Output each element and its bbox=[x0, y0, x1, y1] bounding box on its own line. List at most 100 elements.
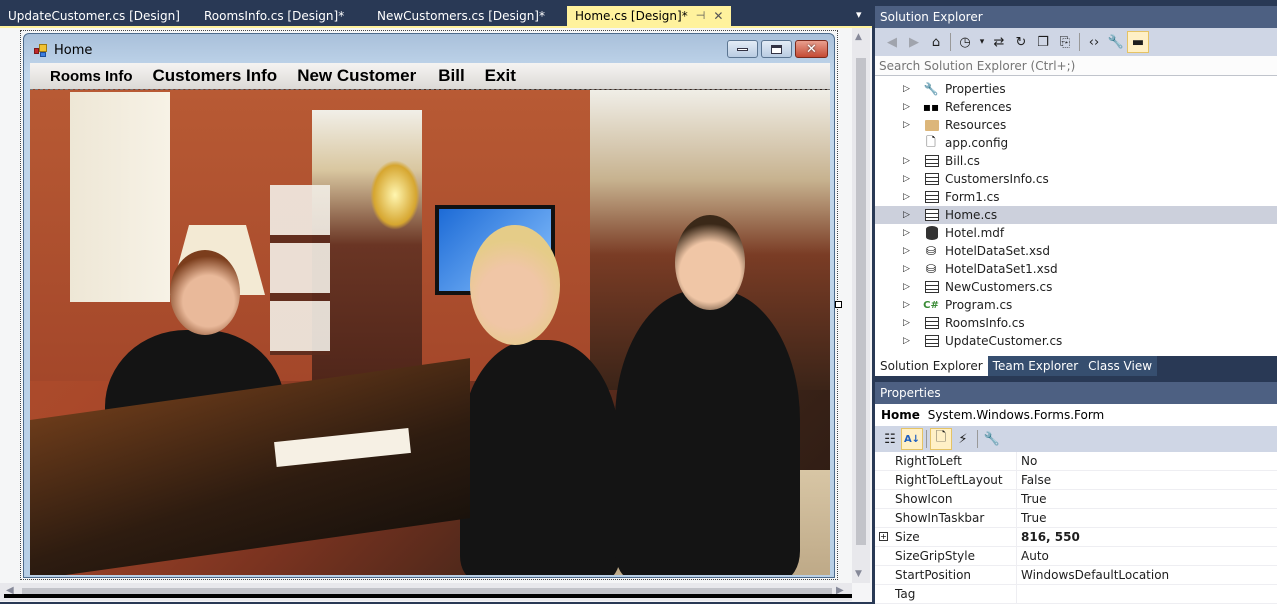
resize-handle[interactable] bbox=[835, 301, 842, 308]
back-icon[interactable]: ◀ bbox=[881, 31, 903, 53]
close-icon: ✕ bbox=[806, 41, 817, 57]
expand-icon[interactable]: ▷ bbox=[903, 84, 910, 94]
view-code-icon[interactable]: ‹› bbox=[1083, 31, 1105, 53]
minimize-button[interactable] bbox=[727, 40, 758, 58]
toolbar-separator bbox=[950, 33, 951, 51]
scroll-up-icon[interactable]: ▲ bbox=[855, 32, 862, 42]
tree-item-roomsinfo-cs[interactable]: ▷ RoomsInfo.cs bbox=[875, 314, 1277, 332]
tree-item-hoteldataset-xsd[interactable]: ▷ ⛁ HotelDataSet.xsd bbox=[875, 242, 1277, 260]
tab-newcustomers-design[interactable]: NewCustomers.cs [Design]* bbox=[357, 6, 567, 26]
scroll-down-icon[interactable]: ▼ bbox=[855, 569, 862, 579]
toolbar-separator bbox=[977, 430, 978, 448]
expand-icon[interactable]: ▷ bbox=[903, 228, 910, 238]
property-row[interactable]: StartPosition WindowsDefaultLocation bbox=[875, 566, 1277, 585]
toolbar-separator bbox=[926, 430, 927, 448]
designer-vertical-scrollbar[interactable]: ▲ ▼ bbox=[852, 28, 870, 583]
expand-icon[interactable]: ▷ bbox=[903, 156, 910, 166]
tree-item-app-config[interactable]: 🗋 app.config bbox=[875, 134, 1277, 152]
tab-dropdown-icon[interactable]: ▾ bbox=[856, 8, 862, 21]
tree-item-program-cs[interactable]: ▷ C# Program.cs bbox=[875, 296, 1277, 314]
expand-icon[interactable]: ▷ bbox=[903, 282, 910, 292]
forward-icon[interactable]: ▶ bbox=[903, 31, 925, 53]
refresh-icon[interactable]: ↻ bbox=[1010, 31, 1032, 53]
menu-bill[interactable]: Bill bbox=[426, 66, 474, 86]
close-button[interactable]: ✕ bbox=[795, 40, 828, 58]
preview-icon[interactable]: ▬ bbox=[1127, 31, 1149, 53]
home-icon[interactable]: ⌂ bbox=[925, 31, 947, 53]
pin-icon[interactable]: ⊣ bbox=[696, 6, 706, 26]
form-file-icon bbox=[925, 317, 939, 329]
show-all-files-icon[interactable]: ⎘ bbox=[1054, 31, 1076, 53]
events-icon[interactable]: ⚡ bbox=[952, 428, 974, 450]
tree-item-newcustomers-cs[interactable]: ▷ NewCustomers.cs bbox=[875, 278, 1277, 296]
expand-icon[interactable]: ▷ bbox=[903, 102, 910, 112]
tree-item-references[interactable]: ▷ ▪▪ References bbox=[875, 98, 1277, 116]
tool-window-tabs: Solution Explorer Team Explorer Class Vi… bbox=[875, 356, 1277, 376]
menu-customers-info[interactable]: Customers Info bbox=[143, 66, 288, 86]
property-row-size[interactable]: + Size 816, 550 bbox=[875, 528, 1277, 547]
search-input[interactable] bbox=[879, 58, 1277, 73]
expand-icon[interactable]: ▷ bbox=[903, 192, 910, 202]
tab-updatecustomer-design[interactable]: UpdateCustomer.cs [Design] bbox=[0, 6, 182, 26]
tree-item-home-cs[interactable]: ▷ Home.cs bbox=[875, 206, 1277, 224]
solution-explorer-search[interactable] bbox=[875, 56, 1277, 76]
categorized-icon[interactable]: ☷ bbox=[879, 428, 901, 450]
dropdown-icon[interactable]: ▾ bbox=[976, 31, 988, 53]
property-pages-icon[interactable]: 🔧 bbox=[981, 428, 1003, 450]
caption-buttons: ✕ bbox=[727, 40, 828, 58]
expand-icon[interactable]: ▷ bbox=[903, 336, 910, 346]
collapse-all-icon[interactable]: ❐ bbox=[1032, 31, 1054, 53]
tab-team-explorer[interactable]: Team Explorer bbox=[987, 356, 1084, 376]
tab-home-design[interactable]: Home.cs [Design]* ⊣ ✕ bbox=[567, 6, 732, 26]
expand-icon[interactable]: ▷ bbox=[903, 318, 910, 328]
tree-item-customersinfo-cs[interactable]: ▷ CustomersInfo.cs bbox=[875, 170, 1277, 188]
expand-icon[interactable]: ▷ bbox=[903, 174, 910, 184]
tree-item-properties[interactable]: ▷ 🔧 Properties bbox=[875, 80, 1277, 98]
toolbar-separator bbox=[1079, 33, 1080, 51]
tab-class-view[interactable]: Class View bbox=[1083, 356, 1158, 376]
expand-icon[interactable]: ▷ bbox=[903, 264, 910, 274]
form-file-icon bbox=[925, 155, 939, 167]
tree-item-bill-cs[interactable]: ▷ Bill.cs bbox=[875, 152, 1277, 170]
property-row[interactable]: RightToLeftLayout False bbox=[875, 471, 1277, 490]
solution-tree: ▷ 🔧 Properties ▷ ▪▪ References ▷ Resourc… bbox=[875, 76, 1277, 356]
property-row[interactable]: ShowIcon True bbox=[875, 490, 1277, 509]
tab-roomsinfo-design[interactable]: RoomsInfo.cs [Design]* bbox=[182, 6, 357, 26]
menu-rooms-info[interactable]: Rooms Info bbox=[40, 68, 143, 85]
maximize-button[interactable] bbox=[761, 40, 792, 58]
csharp-file-icon: C# bbox=[923, 299, 939, 311]
tree-item-updatecustomer-cs[interactable]: ▷ UpdateCustomer.cs bbox=[875, 332, 1277, 350]
document-tab-strip: UpdateCustomer.cs [Design] RoomsInfo.cs … bbox=[0, 6, 872, 26]
properties-wrench-icon[interactable]: 🔧 bbox=[1105, 31, 1127, 53]
expand-icon[interactable]: ▷ bbox=[903, 300, 910, 310]
expand-plus-icon[interactable]: + bbox=[879, 532, 888, 541]
home-form-window[interactable]: Home ✕ Rooms Info Customers Info New Cus… bbox=[23, 33, 835, 578]
object-type: System.Windows.Forms.Form bbox=[927, 408, 1105, 422]
references-icon: ▪▪ bbox=[922, 100, 940, 114]
property-row[interactable]: RightToLeft No bbox=[875, 452, 1277, 471]
form-designer: Home ✕ Rooms Info Customers Info New Cus… bbox=[0, 26, 872, 602]
properties-object-selector[interactable]: Home System.Windows.Forms.Form bbox=[875, 404, 1277, 426]
solution-explorer-title: Solution Explorer bbox=[875, 6, 1277, 28]
properties-view-icon[interactable]: 🗋 bbox=[930, 428, 952, 450]
expand-icon[interactable]: ▷ bbox=[903, 120, 910, 130]
vertical-scroll-thumb[interactable] bbox=[856, 58, 866, 545]
designer-horizontal-scrollbar[interactable]: ◀ ▶ bbox=[0, 583, 852, 601]
tab-home-label: Home.cs [Design]* bbox=[575, 9, 688, 23]
menu-new-customer[interactable]: New Customer bbox=[287, 66, 426, 86]
tree-item-hotel-mdf[interactable]: ▷ Hotel.mdf bbox=[875, 224, 1277, 242]
expand-icon[interactable]: ▷ bbox=[903, 210, 910, 220]
expand-icon[interactable]: ▷ bbox=[903, 246, 910, 256]
tab-solution-explorer[interactable]: Solution Explorer bbox=[875, 356, 988, 376]
close-tab-icon[interactable]: ✕ bbox=[713, 6, 723, 26]
menu-exit[interactable]: Exit bbox=[475, 66, 526, 86]
tree-item-form1-cs[interactable]: ▷ Form1.cs bbox=[875, 188, 1277, 206]
tree-item-resources[interactable]: ▷ Resources bbox=[875, 116, 1277, 134]
property-row[interactable]: SizeGripStyle Auto bbox=[875, 547, 1277, 566]
property-row[interactable]: Tag bbox=[875, 585, 1277, 604]
tree-item-hoteldataset1-xsd[interactable]: ▷ ⛁ HotelDataSet1.xsd bbox=[875, 260, 1277, 278]
alphabetical-icon[interactable]: A↓ bbox=[901, 428, 923, 450]
property-row[interactable]: ShowInTaskbar True bbox=[875, 509, 1277, 528]
pending-changes-icon[interactable]: ◷ bbox=[954, 31, 976, 53]
sync-icon[interactable]: ⇄ bbox=[988, 31, 1010, 53]
